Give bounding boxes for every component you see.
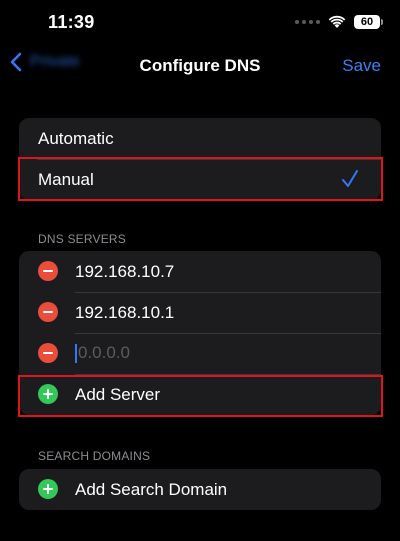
status-bar: 11:39 60 [0,0,400,44]
add-icon [38,384,58,404]
remove-icon[interactable] [38,343,58,363]
page-title: Configure DNS [139,56,261,75]
dns-servers-group: 192.168.10.7 192.168.10.1 0.0.0.0 Add Se… [19,251,381,415]
checkmark-icon [342,170,358,187]
wifi-icon [328,15,346,28]
battery-icon: 60 [354,15,383,29]
text-cursor [75,343,77,363]
dns-server-row[interactable]: 192.168.10.1 [19,292,381,333]
navigation-bar: Private Configure DNS Save [0,44,400,88]
search-domains-group: Add Search Domain [19,469,381,510]
search-domains-header: SEARCH DOMAINS [38,449,151,463]
option-automatic[interactable]: Automatic [19,118,381,159]
option-label: Manual [38,169,94,189]
add-search-domain-button[interactable]: Add Search Domain [19,469,381,510]
remove-icon[interactable] [38,261,58,281]
dns-server-row[interactable]: 192.168.10.7 [19,251,381,292]
dns-servers-header: DNS SERVERS [38,232,127,246]
option-label: Automatic [38,128,114,148]
add-server-button[interactable]: Add Server [19,374,381,415]
add-icon [38,479,58,499]
status-time: 11:39 [48,12,95,32]
option-manual[interactable]: Manual [19,159,381,200]
new-server-input-row[interactable]: 0.0.0.0 [19,333,381,374]
new-server-placeholder: 0.0.0.0 [78,343,130,363]
status-indicators: 60 [295,15,383,29]
remove-icon[interactable] [38,302,58,322]
new-server-input[interactable]: 0.0.0.0 [19,343,130,363]
save-button[interactable]: Save [342,56,381,76]
battery-level: 60 [360,16,374,28]
cellular-signal-icon [295,20,320,24]
dns-mode-group: Automatic Manual [19,118,381,200]
